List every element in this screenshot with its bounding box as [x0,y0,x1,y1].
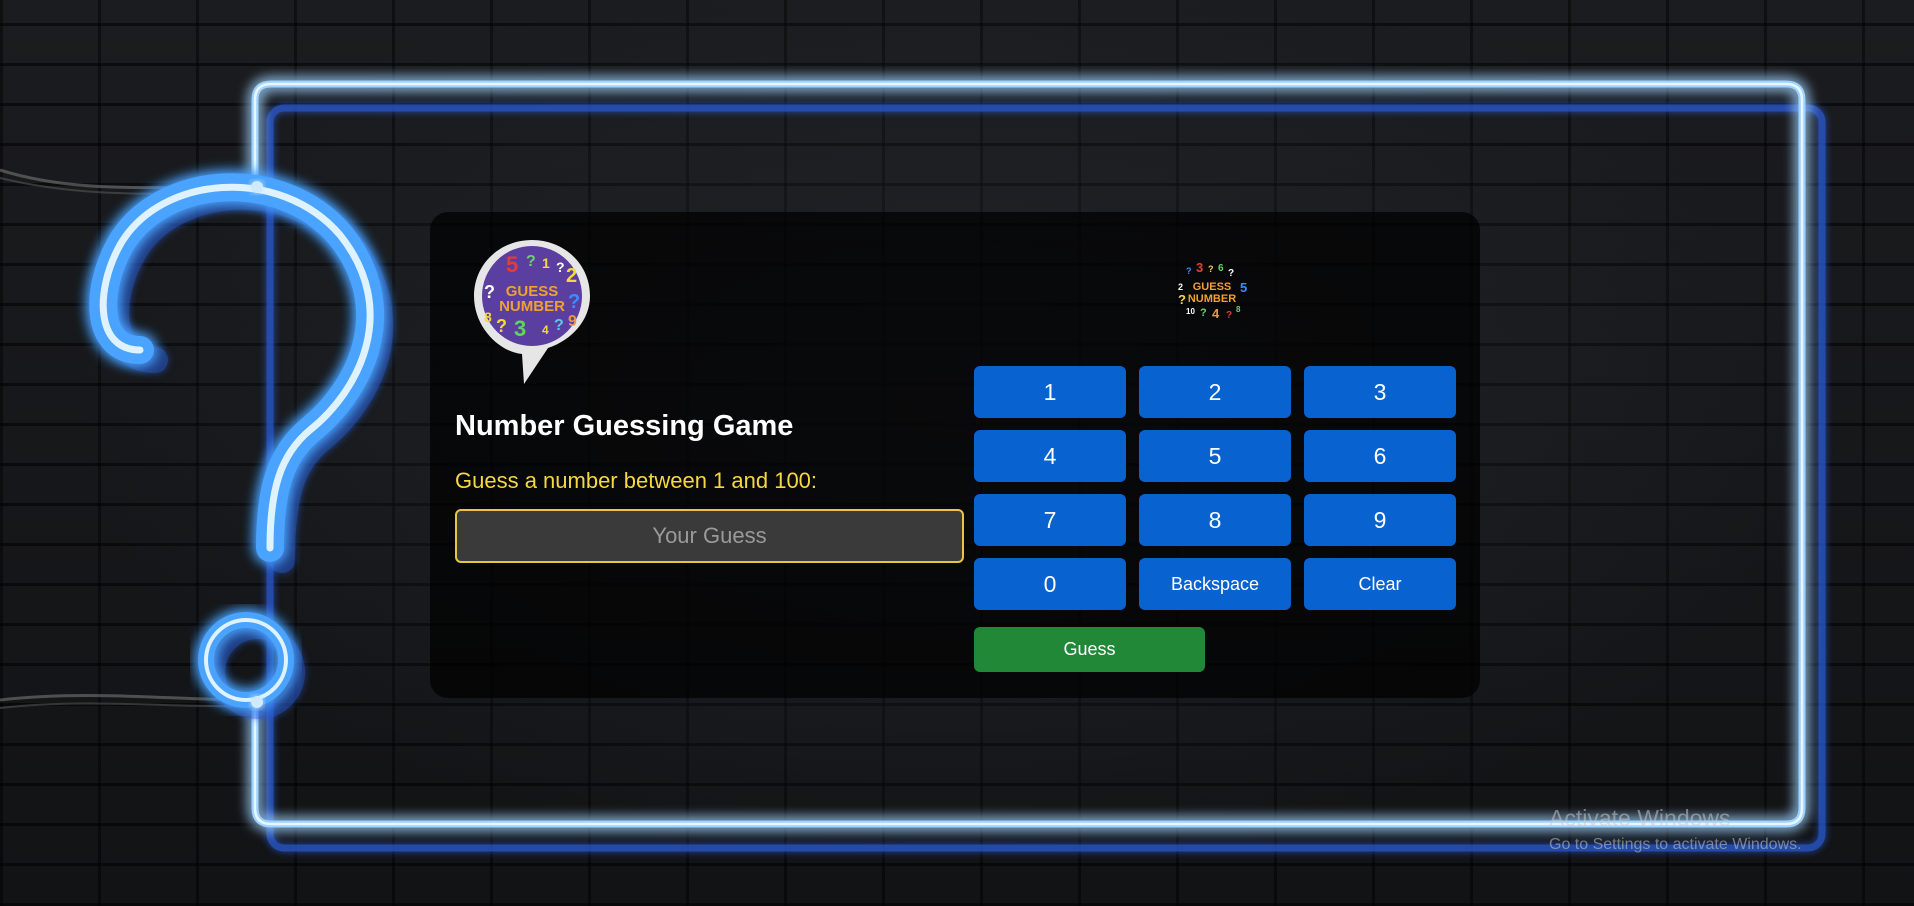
logo-digit: ? [568,291,580,313]
key-4-button[interactable]: 4 [974,430,1126,482]
small-logo-digit: ? [1208,264,1214,274]
small-logo-digit: 5 [1240,280,1247,295]
key-1-button[interactable]: 1 [974,366,1126,418]
activation-subtitle: Go to Settings to activate Windows. [1549,836,1802,853]
key-8-button[interactable]: 8 [1139,494,1291,546]
logo-digit: ? [526,253,536,270]
backspace-button[interactable]: Backspace [1139,558,1291,610]
number-keypad: 1 2 3 4 5 6 7 8 9 0 Backspace Clear [974,366,1456,610]
logo-digit: 5 [506,252,518,277]
key-5-button[interactable]: 5 [1139,430,1291,482]
guess-button[interactable]: Guess [974,627,1205,672]
small-logo-digit: 4 [1212,306,1220,321]
logo-digit: ? [556,259,565,275]
logo-digit: ? [484,282,495,302]
small-logo-digit: 8 [1236,305,1241,314]
small-logo-text-guess: GUESS [1193,281,1232,293]
key-6-button[interactable]: 6 [1304,430,1456,482]
guess-prompt: Guess a number between 1 and 100: [455,468,818,493]
guess-number-logo: 5 ? 1 ? 2 ? ? 8 ? 3 4 ? 9 GUESS NUMBER [474,240,590,384]
small-logo-digit: ? [1178,292,1186,307]
logo-digit: 3 [514,316,526,341]
clear-button[interactable]: Clear [1304,558,1456,610]
logo-digit: ? [496,316,507,336]
small-logo-digit: 6 [1218,263,1224,274]
key-9-button[interactable]: 9 [1304,494,1456,546]
small-logo-digit: ? [1200,307,1207,319]
small-logo-digit: 2 [1178,282,1183,292]
key-2-button[interactable]: 2 [1139,366,1291,418]
logo-digit: 2 [566,265,577,287]
key-7-button[interactable]: 7 [974,494,1126,546]
key-0-button[interactable]: 0 [974,558,1126,610]
key-3-button[interactable]: 3 [1304,366,1456,418]
logo-digit: 9 [568,313,577,330]
small-logo-digit: ? [1228,268,1234,279]
logo-digit: 8 [484,309,492,325]
logo-digit: ? [554,317,564,334]
small-logo-text-number: NUMBER [1188,293,1236,305]
activation-title: Activate Windows [1549,805,1731,831]
guess-number-small-logo: ? 3 ? 6 ? 2 5 ? 10 ? 4 ? 8 GUESS NUMBER [1178,260,1247,321]
small-logo-digit: ? [1226,310,1232,321]
small-logo-digit: 3 [1196,260,1203,275]
logo-digit: 4 [542,323,549,337]
small-logo-digit: 10 [1186,307,1195,316]
small-logo-digit: ? [1186,266,1192,276]
page-title: Number Guessing Game [455,410,794,442]
logo-digit: 1 [542,255,550,271]
windows-activation-watermark: Activate Windows Go to Settings to activ… [1549,805,1802,854]
logo-text-number: NUMBER [499,298,565,315]
guess-input[interactable] [455,509,964,563]
